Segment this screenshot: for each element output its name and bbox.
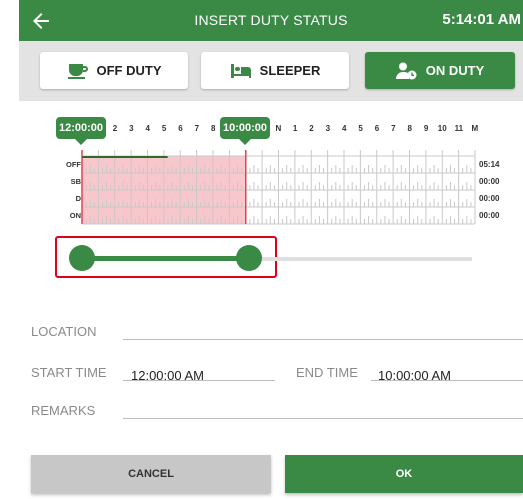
- ok-button[interactable]: OK: [285, 455, 523, 493]
- hour-label: M: [471, 124, 479, 133]
- location-underline: [123, 339, 523, 340]
- sleeper-button[interactable]: SLEEPER: [201, 52, 349, 89]
- hour-label: 6: [374, 124, 380, 133]
- hour-label: 2: [309, 124, 314, 133]
- location-label: LOCATION: [31, 324, 97, 339]
- start-time-tag: 12:00:00: [56, 117, 107, 145]
- hour-label: N: [275, 124, 282, 133]
- current-time: 5:14:01 AM: [442, 11, 521, 28]
- off-duty-button[interactable]: OFF DUTY: [40, 52, 188, 89]
- hour-label: 5: [161, 124, 167, 133]
- row-total: 00:00: [479, 194, 500, 203]
- slider-end-handle[interactable]: [235, 245, 262, 271]
- row-label: D: [75, 194, 81, 203]
- end-time-tag: 10:00:00: [220, 117, 271, 145]
- coffee-cup-icon: [67, 63, 88, 79]
- hour-label: 11: [454, 124, 464, 133]
- start-time-underline: [123, 380, 275, 381]
- ok-label: OK: [395, 468, 413, 480]
- person-clock-icon: [395, 62, 417, 79]
- end-time-label: END TIME: [296, 365, 358, 380]
- hour-label: 2: [112, 124, 118, 133]
- cancel-label: CANCEL: [128, 468, 174, 480]
- start-time-label: START TIME: [31, 365, 107, 380]
- duty-log-grid[interactable]: 12:00:00 10:00:00 2 3 4 5 6 7 8 N 1 2 3 4 5 6 7 8 9 10 11 M…: [55, 115, 515, 235]
- hour-label: 4: [145, 124, 150, 133]
- row-label: SB: [70, 177, 81, 186]
- sleeper-label: SLEEPER: [259, 63, 321, 78]
- hour-label: 5: [358, 124, 363, 133]
- remarks-underline: [123, 418, 523, 419]
- hour-label: 7: [391, 124, 396, 133]
- hour-label: 3: [325, 124, 331, 133]
- bed-icon: [230, 63, 251, 78]
- cancel-button[interactable]: CANCEL: [31, 455, 271, 493]
- end-time-underline: [371, 380, 523, 381]
- top-app-bar: INSERT DUTY STATUS 5:14:01 AM: [19, 0, 523, 41]
- hour-label: 7: [194, 124, 200, 133]
- hour-label: 9: [423, 124, 429, 133]
- hour-label: 10: [437, 124, 447, 133]
- hour-label: 6: [178, 124, 183, 133]
- on-duty-button[interactable]: ON DUTY: [365, 52, 515, 89]
- hour-label: 4: [342, 124, 347, 133]
- hour-label: 8: [211, 124, 216, 133]
- slider-selected-range: [82, 256, 249, 261]
- row-total: 05:14: [479, 160, 500, 169]
- on-duty-label: ON DUTY: [425, 63, 485, 78]
- row-label: ON: [69, 211, 81, 220]
- hour-label: 8: [407, 124, 412, 133]
- slider-start-handle[interactable]: [69, 245, 95, 271]
- row-total: 00:00: [479, 211, 500, 220]
- hour-label: 1: [292, 124, 298, 133]
- log-grid-canvas: [81, 150, 476, 225]
- remarks-label: REMARKS: [31, 403, 96, 418]
- row-total: 00:00: [479, 177, 500, 186]
- hour-label: 3: [129, 124, 134, 133]
- duty-status-toolbar: OFF DUTY SLEEPER ON DUTY: [19, 41, 523, 101]
- row-label: OFF: [66, 160, 81, 169]
- off-duty-label: OFF DUTY: [96, 63, 162, 78]
